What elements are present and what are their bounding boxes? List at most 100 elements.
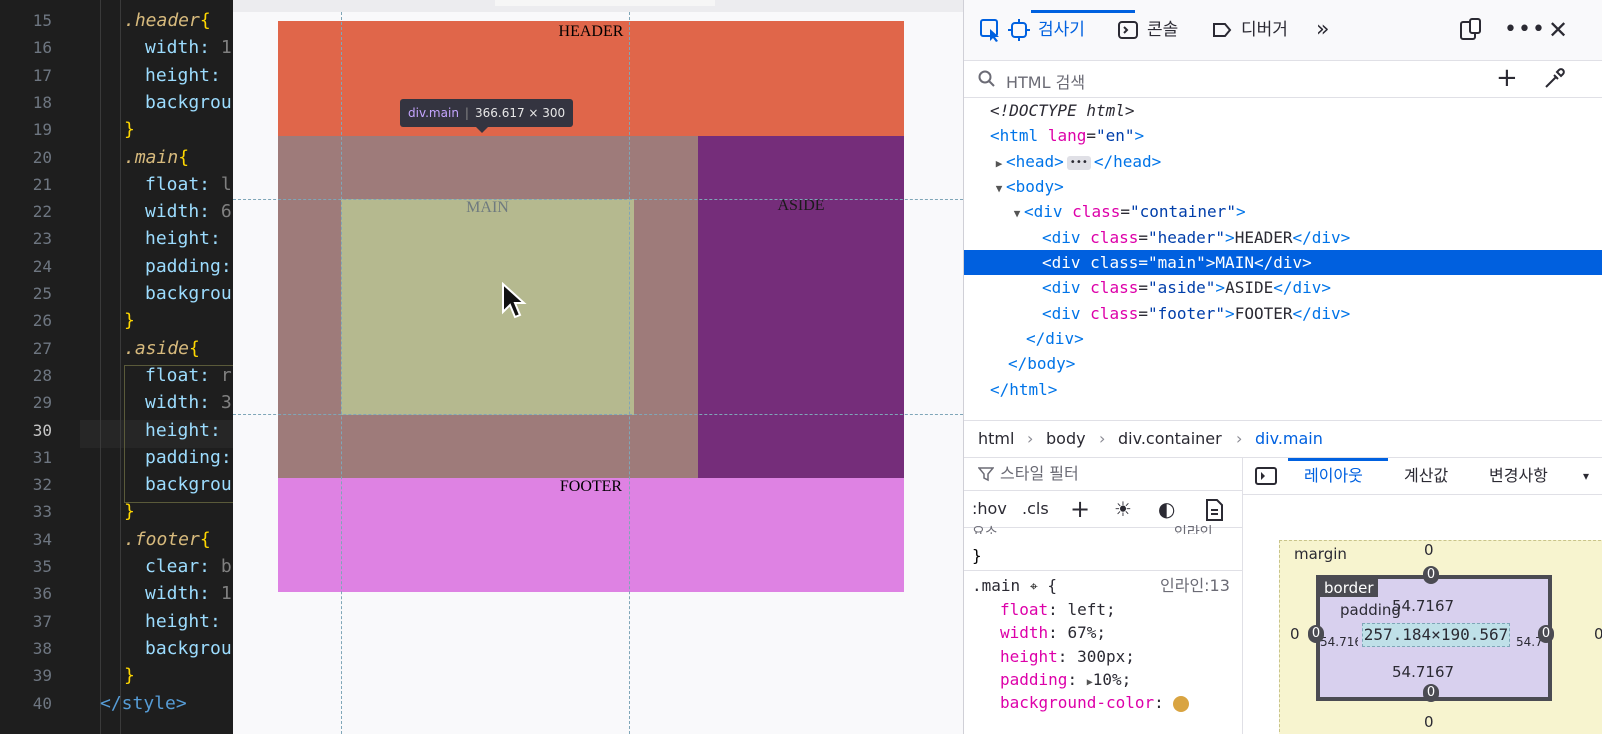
code-line[interactable]: backgrou — [145, 280, 232, 308]
code-line[interactable]: width: 3 — [145, 389, 232, 417]
code-line[interactable]: backgrou — [145, 89, 232, 117]
code-editor[interactable]: 15 16 17 18 19 20 21 22 23 24 25 26 27 28 29 30 31 32 33 34… — [0, 0, 233, 734]
margin-left-value[interactable]: 0 — [1290, 625, 1300, 643]
code-line[interactable]: .header{ — [124, 7, 211, 35]
breadcrumb-main[interactable]: div.main — [1255, 421, 1323, 457]
footer-box[interactable]: FOOTER — [278, 478, 904, 592]
close-devtools-button[interactable]: ✕ — [1548, 16, 1568, 44]
page-viewport[interactable]: HEADER MAIN ASIDE FOOTER div.main | 366.61… — [233, 0, 963, 734]
border-bottom-value[interactable]: 0 — [1423, 684, 1439, 702]
css-declaration[interactable]: float: left; — [1000, 598, 1116, 621]
padding-bottom-value[interactable]: 54.7167 — [1392, 663, 1454, 681]
code-line[interactable]: float: l — [145, 171, 232, 199]
box-model-content-size[interactable]: 257.184×190.567 — [1362, 623, 1510, 647]
tab-computed[interactable]: 계산값 — [1404, 458, 1448, 494]
border-left-value[interactable]: 0 — [1308, 625, 1324, 643]
code-line[interactable]: height: — [145, 225, 221, 253]
markup-tree[interactable]: <!DOCTYPE html> <html lang="en"> ▶ <head>… — [964, 98, 1602, 418]
markup-body-close[interactable]: </body> — [964, 351, 1602, 376]
collapse-arrow-icon[interactable]: ▼ — [1010, 201, 1024, 226]
padding-left-value[interactable]: 54.7167 — [1320, 635, 1358, 649]
breadcrumb-html[interactable]: html — [978, 421, 1014, 457]
rule-selector[interactable]: .main ⌖ { — [972, 574, 1057, 599]
markup-doctype[interactable]: <!DOCTYPE html> — [964, 98, 1602, 123]
class-toggle[interactable]: .cls — [1022, 491, 1049, 527]
css-declaration[interactable]: padding: ▶10%; — [1000, 668, 1131, 694]
markup-html-open[interactable]: <html lang="en"> — [964, 123, 1602, 148]
tab-inspector[interactable]: 검사기 — [1008, 16, 1085, 44]
code-line[interactable]: } — [124, 307, 135, 335]
color-swatch[interactable] — [1173, 695, 1190, 712]
margin-bottom-value[interactable]: 0 — [1424, 713, 1434, 731]
code-line[interactable]: } — [124, 116, 135, 144]
border-top-value[interactable]: 0 — [1423, 566, 1439, 584]
box-model-border[interactable]: border padding 54.7167 54.7167 54.7167 5… — [1316, 575, 1552, 701]
header-box[interactable]: HEADER — [278, 21, 904, 136]
add-node-button[interactable]: + — [1496, 63, 1518, 93]
rule-source-link[interactable]: 인라인:13 — [1160, 574, 1230, 597]
more-tabs-chevron-icon[interactable]: ▾ — [1583, 458, 1589, 494]
layout-panel[interactable]: 레이아웃 계산값 변경사항 ▾ margin 0 0 0 0 border pa… — [1243, 458, 1602, 734]
rules-view[interactable]: 스타일 필터 :hov .cls + ☀ ◐ 요소 인라인 } .main ⌖ … — [964, 458, 1243, 734]
markup-header-div[interactable]: <div class="header">HEADER</div> — [964, 225, 1602, 250]
code-line[interactable]: .main{ — [124, 144, 189, 172]
code-line[interactable]: clear: b — [145, 553, 232, 581]
css-declaration[interactable]: height: 300px; — [1000, 645, 1135, 668]
tab-console[interactable]: 콘솔 — [1117, 16, 1178, 44]
responsive-design-button[interactable] — [1458, 16, 1482, 44]
margin-right-value[interactable]: 0 — [1594, 625, 1602, 643]
style-filter-bar[interactable]: 스타일 필터 — [964, 458, 1242, 491]
tab-changes[interactable]: 변경사항 — [1489, 458, 1548, 494]
markup-body-open[interactable]: ▼ <body> — [964, 174, 1602, 199]
eyedropper-icon[interactable] — [1542, 67, 1566, 91]
code-line[interactable]: </style> — [100, 690, 187, 718]
expand-arrow-icon[interactable]: ▶ — [992, 151, 1006, 176]
code-line[interactable]: height: — [145, 608, 221, 636]
add-rule-button[interactable]: + — [1070, 491, 1090, 527]
markup-aside-div[interactable]: <div class="aside">ASIDE</div> — [964, 275, 1602, 300]
tab-debugger[interactable]: 디버거 — [1211, 16, 1288, 44]
markup-html-close[interactable]: </html> — [964, 377, 1602, 402]
code-lines[interactable]: .header{width: 1 height: backgrou} .main{fl… — [80, 0, 233, 734]
print-document-icon[interactable] — [1204, 499, 1224, 521]
code-line[interactable]: padding: — [145, 253, 232, 281]
devtools-panel[interactable]: 검사기 콘솔 디버거 » ••• ✕ HTML 검색 + <!DOCTYPE h… — [963, 0, 1602, 734]
code-line[interactable]: width: 1 — [145, 580, 232, 608]
code-line[interactable]: backgrou — [145, 471, 232, 499]
code-line[interactable]: } — [124, 498, 135, 526]
code-line[interactable]: .footer{ — [124, 526, 211, 554]
selector-highlight-icon[interactable]: ⌖ — [1030, 579, 1038, 595]
markup-container-open[interactable]: ▼ <div class="container"> — [964, 199, 1602, 224]
code-line[interactable]: width: 1 — [145, 34, 232, 62]
breadcrumb-container[interactable]: div.container — [1118, 421, 1222, 457]
more-tabs-button[interactable]: » — [1316, 16, 1329, 44]
html-search-bar[interactable]: HTML 검색 + — [964, 61, 1602, 98]
code-line[interactable]: .aside{ — [124, 335, 200, 363]
markup-footer-div[interactable]: <div class="footer">FOOTER</div> — [964, 301, 1602, 326]
code-line[interactable]: width: 6 — [145, 198, 232, 226]
box-model-diagram[interactable]: margin 0 0 0 0 border padding 54.7167 54… — [1279, 540, 1602, 734]
dark-scheme-button[interactable]: ◐ — [1158, 491, 1175, 527]
border-right-value[interactable]: 0 — [1538, 625, 1554, 643]
overflow-menu-button[interactable]: ••• — [1504, 16, 1546, 44]
collapse-arrow-icon[interactable]: ▼ — [992, 176, 1006, 201]
markup-container-close[interactable]: </div> — [964, 326, 1602, 351]
aside-box[interactable]: ASIDE — [698, 136, 904, 478]
markup-head[interactable]: ▶ <head> ••• </head> — [964, 149, 1602, 174]
breadcrumb-body[interactable]: body — [1046, 421, 1086, 457]
css-declaration[interactable]: width: 67%; — [1000, 621, 1106, 644]
collapsed-ellipsis-icon[interactable]: ••• — [1066, 155, 1091, 170]
sidebar-toggle-icon[interactable] — [1255, 466, 1277, 486]
element-picker-button[interactable] — [978, 16, 1004, 44]
code-line[interactable]: height: — [145, 417, 221, 445]
code-line[interactable]: backgrou — [145, 635, 232, 663]
tab-layout[interactable]: 레이아웃 — [1304, 458, 1363, 494]
padding-top-value[interactable]: 54.7167 — [1392, 597, 1454, 615]
margin-top-value[interactable]: 0 — [1424, 541, 1434, 559]
css-declaration[interactable]: background-color: — [1000, 691, 1190, 714]
markup-main-div-selected[interactable]: <div class="main">MAIN</div> — [964, 250, 1602, 275]
code-line[interactable]: height: — [145, 62, 221, 90]
code-line[interactable]: float: r — [145, 362, 232, 390]
light-scheme-button[interactable]: ☀ — [1114, 491, 1132, 527]
code-line[interactable]: } — [124, 662, 135, 690]
